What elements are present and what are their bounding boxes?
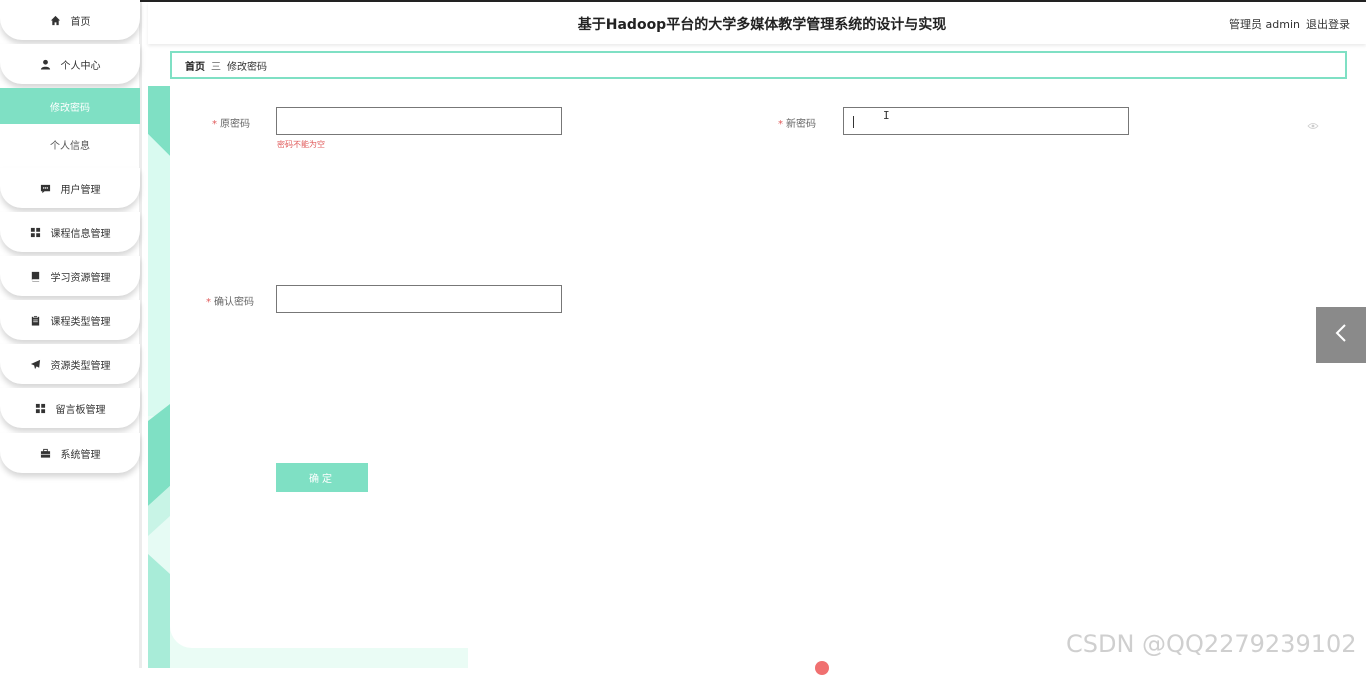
sidebar-item-label: 个人中心 <box>60 60 101 72</box>
sidebar-item-message-board[interactable]: 留言板管理 <box>0 388 140 428</box>
required-mark: * <box>212 119 217 130</box>
sidebar-item-user-management[interactable]: 用户管理 <box>0 168 140 208</box>
required-mark: * <box>778 119 783 130</box>
book-icon <box>30 271 41 282</box>
content-card <box>170 86 1366 648</box>
chevron-left-icon <box>1334 323 1348 347</box>
new-password-label: * 新密码 <box>772 115 816 130</box>
grid-icon <box>35 403 46 414</box>
sidebar: 首页 个人中心 修改密码 个人信息 用户管理 课程信息管理 学习资源管理 课程类… <box>0 0 142 668</box>
user-icon <box>40 59 51 70</box>
page-title: 基于Hadoop平台的大学多媒体教学管理系统的设计与实现 <box>577 17 947 33</box>
confirm-password-label: * 确认密码 <box>200 293 254 308</box>
watermark: CSDN @QQ2279239102 <box>1066 630 1357 658</box>
sidebar-subitem-change-password[interactable]: 修改密码 <box>0 88 140 124</box>
home-icon <box>50 15 61 26</box>
paper-plane-icon <box>30 359 41 370</box>
old-password-error: 密码不能为空 <box>277 140 325 149</box>
sidebar-item-resource-type[interactable]: 资源类型管理 <box>0 344 140 384</box>
sidebar-item-label: 系统管理 <box>60 449 101 461</box>
collapse-panel-button[interactable] <box>1316 307 1366 363</box>
breadcrumb-current: 修改密码 <box>227 61 267 73</box>
sidebar-subitem-label: 个人信息 <box>50 140 90 152</box>
required-mark: * <box>206 297 211 308</box>
submit-button[interactable]: 确定 <box>276 463 368 492</box>
sidebar-item-label: 首页 <box>70 16 91 28</box>
sidebar-item-course-info[interactable]: 课程信息管理 <box>0 212 140 252</box>
sidebar-item-label: 课程类型管理 <box>50 316 111 328</box>
breadcrumb-separator: 三 <box>211 61 221 73</box>
old-password-input[interactable] <box>276 107 562 135</box>
old-password-label: * 原密码 <box>206 115 250 130</box>
current-user: 管理员 admin <box>1229 18 1300 31</box>
sidebar-item-home[interactable]: 首页 <box>0 0 140 40</box>
sidebar-item-label: 资源类型管理 <box>50 360 111 372</box>
breadcrumb-home[interactable]: 首页 <box>185 58 205 73</box>
old-password-label-text: 原密码 <box>220 119 250 130</box>
red-dot-icon <box>815 661 829 675</box>
sidebar-item-learning-resources[interactable]: 学习资源管理 <box>0 256 140 296</box>
mouse-cursor-icon: I <box>883 109 890 122</box>
clipboard-icon <box>30 315 41 326</box>
sidebar-item-system-management[interactable]: 系统管理 <box>0 433 140 473</box>
new-password-label-text: 新密码 <box>786 119 816 130</box>
logout-link[interactable]: 退出登录 <box>1306 16 1350 32</box>
sidebar-subitem-label: 修改密码 <box>50 102 90 114</box>
text-caret <box>853 116 854 128</box>
sidebar-subitem-personal-info[interactable]: 个人信息 <box>0 126 140 162</box>
breadcrumb: 首页 三 修改密码 <box>170 51 1347 79</box>
briefcase-icon <box>40 448 51 459</box>
sidebar-item-label: 学习资源管理 <box>50 272 111 284</box>
sidebar-item-label: 留言板管理 <box>55 404 106 416</box>
confirm-password-input[interactable] <box>276 285 562 313</box>
sidebar-item-label: 课程信息管理 <box>50 228 111 240</box>
confirm-password-label-text: 确认密码 <box>214 297 254 308</box>
grid-icon <box>30 227 41 238</box>
sidebar-item-course-type[interactable]: 课程类型管理 <box>0 300 140 340</box>
chat-icon <box>40 183 51 194</box>
top-header: 基于Hadoop平台的大学多媒体教学管理系统的设计与实现 管理员 admin 退… <box>148 2 1366 44</box>
sidebar-item-label: 用户管理 <box>60 184 101 196</box>
eye-icon[interactable] <box>1307 116 1319 129</box>
sidebar-item-personal-center[interactable]: 个人中心 <box>0 44 140 84</box>
